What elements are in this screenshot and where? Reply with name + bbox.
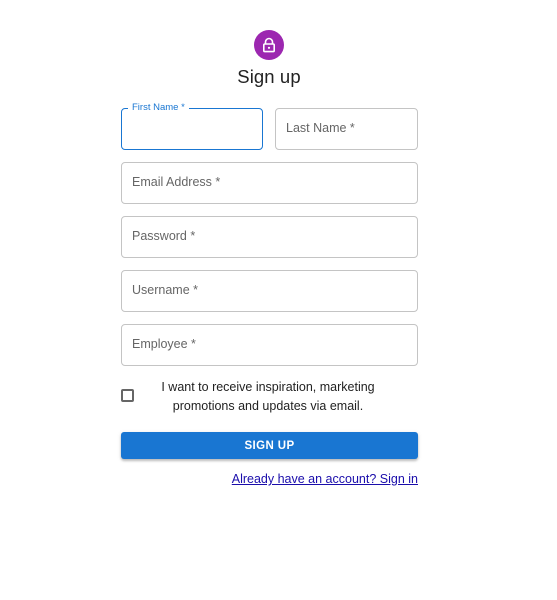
- consent-label: I want to receive inspiration, marketing…: [161, 380, 375, 413]
- username-field[interactable]: Username *: [121, 270, 418, 312]
- password-field[interactable]: Password *: [121, 216, 418, 258]
- consent-checkbox[interactable]: [121, 389, 134, 402]
- employee-field[interactable]: Employee *: [121, 324, 418, 366]
- last-name-field[interactable]: Last Name *: [275, 108, 418, 150]
- employee-placeholder: Employee *: [132, 337, 196, 351]
- email-placeholder: Email Address *: [132, 175, 221, 189]
- password-placeholder: Password *: [132, 229, 196, 243]
- username-placeholder: Username *: [132, 283, 198, 297]
- first-name-label: First Name *: [128, 102, 189, 114]
- avatar: [254, 30, 284, 60]
- page-title: Sign up: [237, 66, 301, 87]
- email-field[interactable]: Email Address *: [121, 162, 418, 204]
- last-name-placeholder: Last Name *: [286, 121, 355, 135]
- lock-icon: [262, 37, 276, 53]
- signup-page: Sign up First Name * Last Name * Email A…: [0, 0, 557, 600]
- sign-in-link[interactable]: Already have an account? Sign in: [232, 472, 418, 486]
- first-name-field[interactable]: First Name *: [121, 102, 263, 150]
- sign-up-button[interactable]: SIGN UP: [121, 432, 418, 459]
